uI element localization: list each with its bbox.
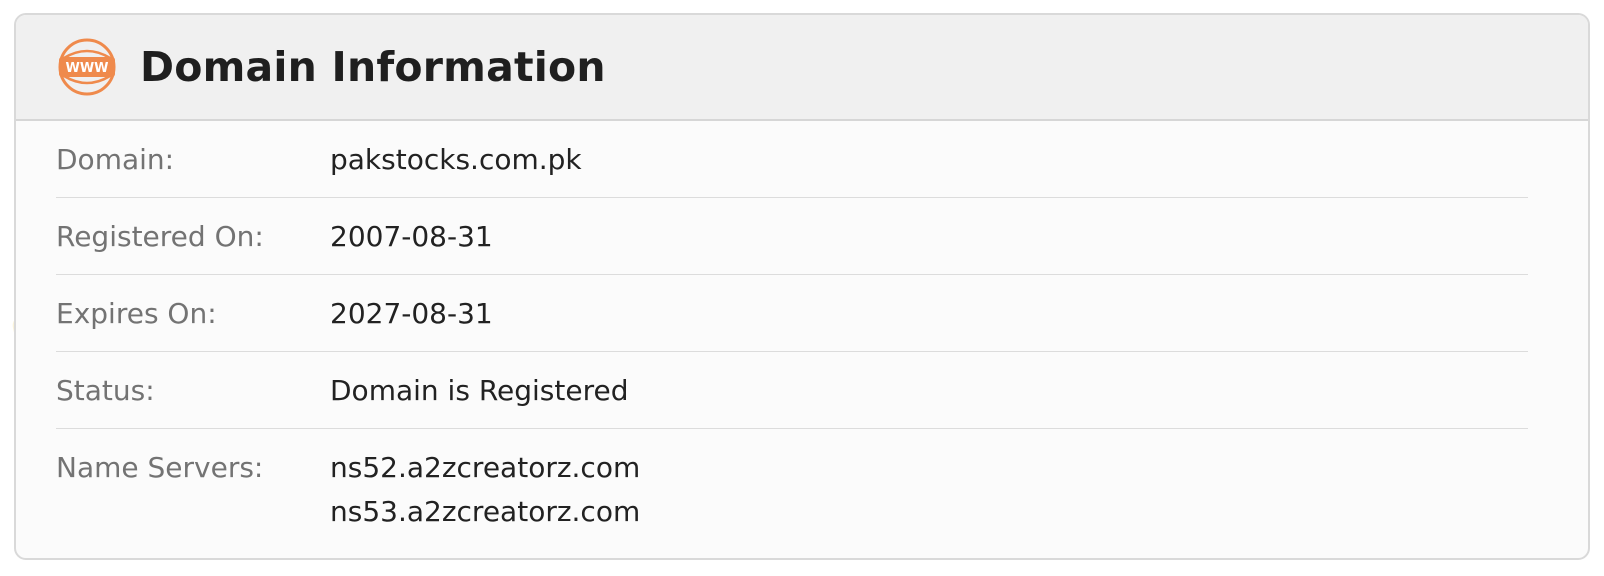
- status-value: Domain is Registered: [330, 374, 629, 407]
- info-row-expires-on: Expires On: 2027-08-31: [56, 275, 1528, 352]
- registered-on-value: 2007-08-31: [330, 220, 493, 253]
- row-label: Domain:: [56, 143, 175, 176]
- expires-on-value: 2027-08-31: [330, 297, 493, 330]
- name-server-item: ns53.a2zcreatorz.com: [330, 495, 641, 528]
- row-label: Registered On:: [56, 220, 264, 253]
- www-icon-text: WWW: [65, 61, 108, 76]
- www-icon: WWW: [58, 38, 116, 96]
- name-servers-value: ns52.a2zcreatorz.com ns53.a2zcreatorz.co…: [330, 446, 640, 534]
- info-row-domain: Domain: pakstocks.com.pk: [56, 121, 1528, 198]
- info-table: Domain: pakstocks.com.pk Registered On: …: [16, 121, 1588, 534]
- info-row-name-servers: Name Servers: ns52.a2zcreatorz.com ns53.…: [56, 429, 1528, 534]
- row-label: Status:: [56, 374, 155, 407]
- row-label: Expires On:: [56, 297, 217, 330]
- domain-value: pakstocks.com.pk: [330, 143, 582, 176]
- card-title: Domain Information: [140, 43, 606, 91]
- info-row-status: Status: Domain is Registered: [56, 352, 1528, 429]
- domain-information-card: WWW Domain Information Domain: pakstocks…: [14, 13, 1590, 560]
- name-server-item: ns52.a2zcreatorz.com: [330, 451, 641, 484]
- info-row-registered-on: Registered On: 2007-08-31: [56, 198, 1528, 275]
- card-header: WWW Domain Information: [16, 15, 1588, 121]
- page: WikiFX WikiFX WikiFX WWW Domain Informat…: [0, 0, 1604, 576]
- row-label: Name Servers:: [56, 451, 264, 484]
